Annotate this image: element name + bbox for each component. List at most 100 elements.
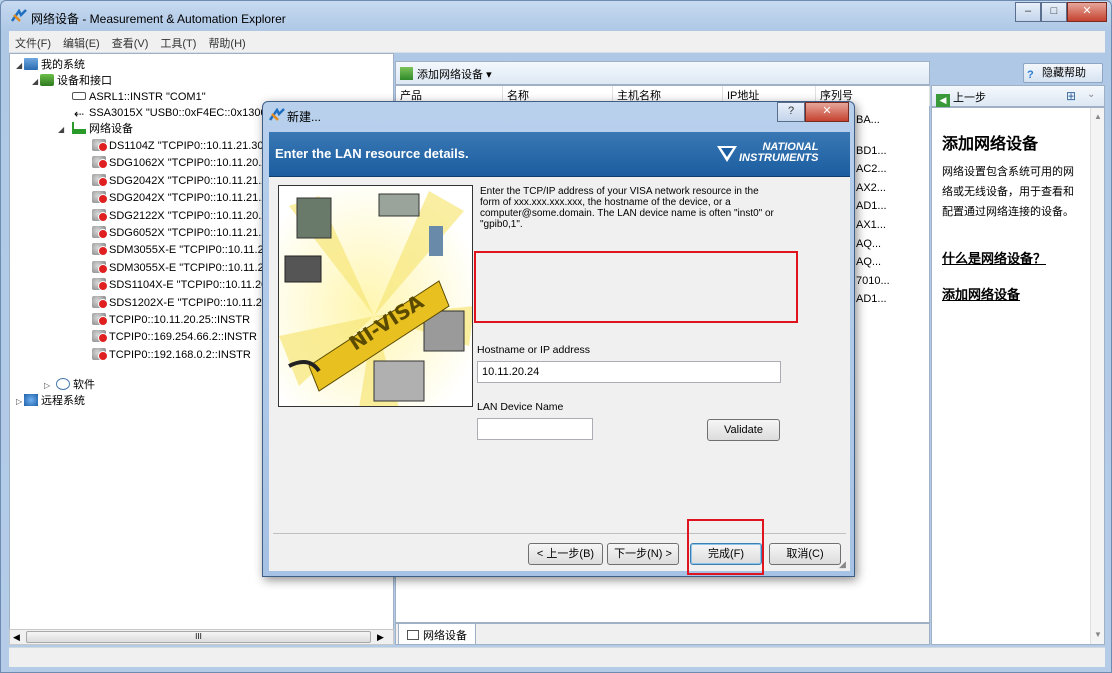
add-network-device-button[interactable]: 添加网络设备 ▾ [400,66,492,82]
serial-cell: 7010... [856,274,890,287]
serial-port-icon [72,92,86,100]
help-icon: ? [1027,69,1034,81]
tree-label: 网络设备 [89,123,133,135]
help-panel: 添加网络设备 网络设置包含系统可用的网络或无线设备，用于查看和配置通过网络连接的… [931,107,1105,645]
cancel-button[interactable]: 取消(C) [769,543,841,565]
device-error-icon [92,260,108,274]
help-title: 添加网络设备 [942,136,1039,153]
lan-device-name-input[interactable] [477,418,593,440]
dialog-banner: Enter the LAN resource details. NATIONAL… [269,132,850,177]
tree-network-item[interactable]: SDG2042X "TCPIP0::10.11.21.2 [92,173,267,188]
device-error-icon [92,139,108,152]
add-device-icon [400,67,413,80]
lan-device-name-label: LAN Device Name [477,401,564,413]
scroll-thumb[interactable]: III [26,631,371,643]
device-error-icon [92,208,108,222]
help-description: 网络设置包含系统可用的网络或无线设备，用于查看和配置通过网络连接的设备。 [942,166,1074,218]
device-toolbar: 添加网络设备 ▾ [395,61,930,85]
device-error-icon [92,313,108,326]
maximize-button[interactable]: □ [1041,2,1067,22]
new-resource-dialog: 新建... ? ✕ Enter the LAN resource details… [262,101,855,577]
layout-icon[interactable]: ⊞ [1066,89,1076,103]
status-bar [9,647,1105,667]
device-error-icon [92,278,108,292]
tree-remote[interactable]: ▷ 远程系统 [16,394,85,409]
tree-horizontal-scrollbar[interactable]: ◀ III ▶ [9,629,394,645]
tree-label: 我的系统 [41,59,85,71]
expand-icon[interactable]: ◢ [58,123,66,137]
hostname-label: Hostname or IP address [477,344,591,356]
chevron-down-icon[interactable]: ⌄ [1087,89,1095,100]
dialog-close-button[interactable]: ✕ [805,102,849,122]
dialog-title: 新建... [287,110,322,124]
serial-cell: AD1... [856,200,887,213]
tree-asrl[interactable]: ASRL1::INSTR "COM1" [72,90,206,104]
menu-tools[interactable]: 工具(T) [154,31,202,51]
serial-cell: BA... [856,114,880,126]
hide-help-button[interactable]: ? 隐藏帮助 [1023,63,1103,83]
serial-cell: AC2... [856,163,887,176]
scroll-up-icon[interactable]: ▲ [1094,112,1102,121]
tree-network-item[interactable]: SDG2042X "TCPIP0::10.11.21.2 [92,191,267,205]
tree-my-system[interactable]: ◢ 我的系统 [16,58,85,73]
collapse-icon[interactable]: ▷ [16,395,24,409]
device-error-icon [92,173,108,187]
tree-network-item[interactable]: SDS1202X-E "TCPIP0::10.11.20 [92,295,268,310]
help-back-button[interactable]: ◀ 上一步 [936,89,986,107]
back-button[interactable]: < 上一步(B) [528,543,603,565]
add-device-label: 添加网络设备 [417,69,483,81]
tree-software[interactable]: ▷ 软件 [44,378,95,393]
next-button[interactable]: 下一步(N) > [607,543,679,565]
tree-network-item[interactable]: SDG2122X "TCPIP0::10.11.20.2 [92,208,268,223]
menu-file[interactable]: 文件(F) [9,31,57,51]
expand-icon[interactable]: ◢ [32,75,40,89]
hostname-input[interactable] [477,361,781,383]
help-scrollbar[interactable]: ▲ ▼ [1090,108,1104,644]
tree-network-item[interactable]: SDM3055X-E "TCPIP0::10.11.2 [92,243,264,257]
serial-cell: AD1... [856,293,887,306]
device-error-icon [92,191,108,205]
help-link-add[interactable]: 添加网络设备 [942,284,1020,303]
serial-cell: AQ... [856,237,882,250]
network-icon [72,122,86,134]
menu-view[interactable]: 查看(V) [106,31,155,51]
tree-network-item[interactable]: SDG1062X "TCPIP0::10.11.20.2 [92,156,267,170]
tree-network-item[interactable]: TCPIP0::10.11.20.25::INSTR [92,313,250,327]
tree-label: SDG2122X "TCPIP0::10.11.20.2 [109,209,268,222]
tree-network-item[interactable]: SDS1104X-E "TCPIP0::10.11.20 [92,278,267,292]
nivisa-illustration-art: NI-VISA [279,186,472,406]
dialog-help-button[interactable]: ? [777,102,805,122]
tree-label: SDG2042X "TCPIP0::10.11.21.2 [109,192,268,205]
minimize-button[interactable]: ‒ [1015,2,1041,22]
close-button[interactable]: ✕ [1067,2,1107,22]
scroll-left-icon[interactable]: ◀ [13,632,20,643]
scroll-down-icon[interactable]: ▼ [1094,630,1102,639]
validate-button[interactable]: Validate [707,419,780,441]
help-link-what-is[interactable]: 什么是网络设备？ [942,248,1046,267]
menu-edit[interactable]: 编辑(E) [57,31,106,51]
tree-network-item[interactable]: SDM3055X-E "TCPIP0::10.11.2 [92,260,264,275]
computer-icon [24,58,38,70]
window-title: 网络设备 - Measurement & Automation Explorer [31,12,286,26]
tree-network-devices[interactable]: ◢ 网络设备 [58,122,133,137]
collapse-icon[interactable]: ▷ [44,379,52,393]
device-error-icon [92,295,108,309]
scroll-right-icon[interactable]: ▶ [377,632,384,643]
resize-grip-icon[interactable]: ◢ [839,559,846,570]
tree-label: DS1104Z "TCPIP0::10.11.21.30 [109,140,264,152]
tab-network-devices[interactable]: 网络设备 [398,624,476,645]
tree-devices-interfaces[interactable]: ◢ 设备和接口 [32,74,112,89]
tree-network-item[interactable]: SDG6052X "TCPIP0::10.11.21.2 [92,226,267,240]
ni-eagle-icon [717,146,737,162]
software-icon [56,378,70,390]
tree-network-item[interactable]: DS1104Z "TCPIP0::10.11.21.30 [92,139,264,153]
tree-usb[interactable]: ⇠ SSA3015X "USB0::0xF4EC::0x1300: [72,106,270,120]
app-icon [11,9,27,22]
menu-help[interactable]: 帮助(H) [202,31,251,51]
tree-label: SDM3055X-E "TCPIP0::10.11.2 [109,261,264,274]
tree-network-item[interactable]: TCPIP0::169.254.66.2::INSTR [92,330,257,344]
device-error-icon [92,347,108,361]
list-view-icon [407,630,419,640]
expand-icon[interactable]: ◢ [16,59,24,73]
tree-network-item[interactable]: TCPIP0::192.168.0.2::INSTR [92,347,251,362]
